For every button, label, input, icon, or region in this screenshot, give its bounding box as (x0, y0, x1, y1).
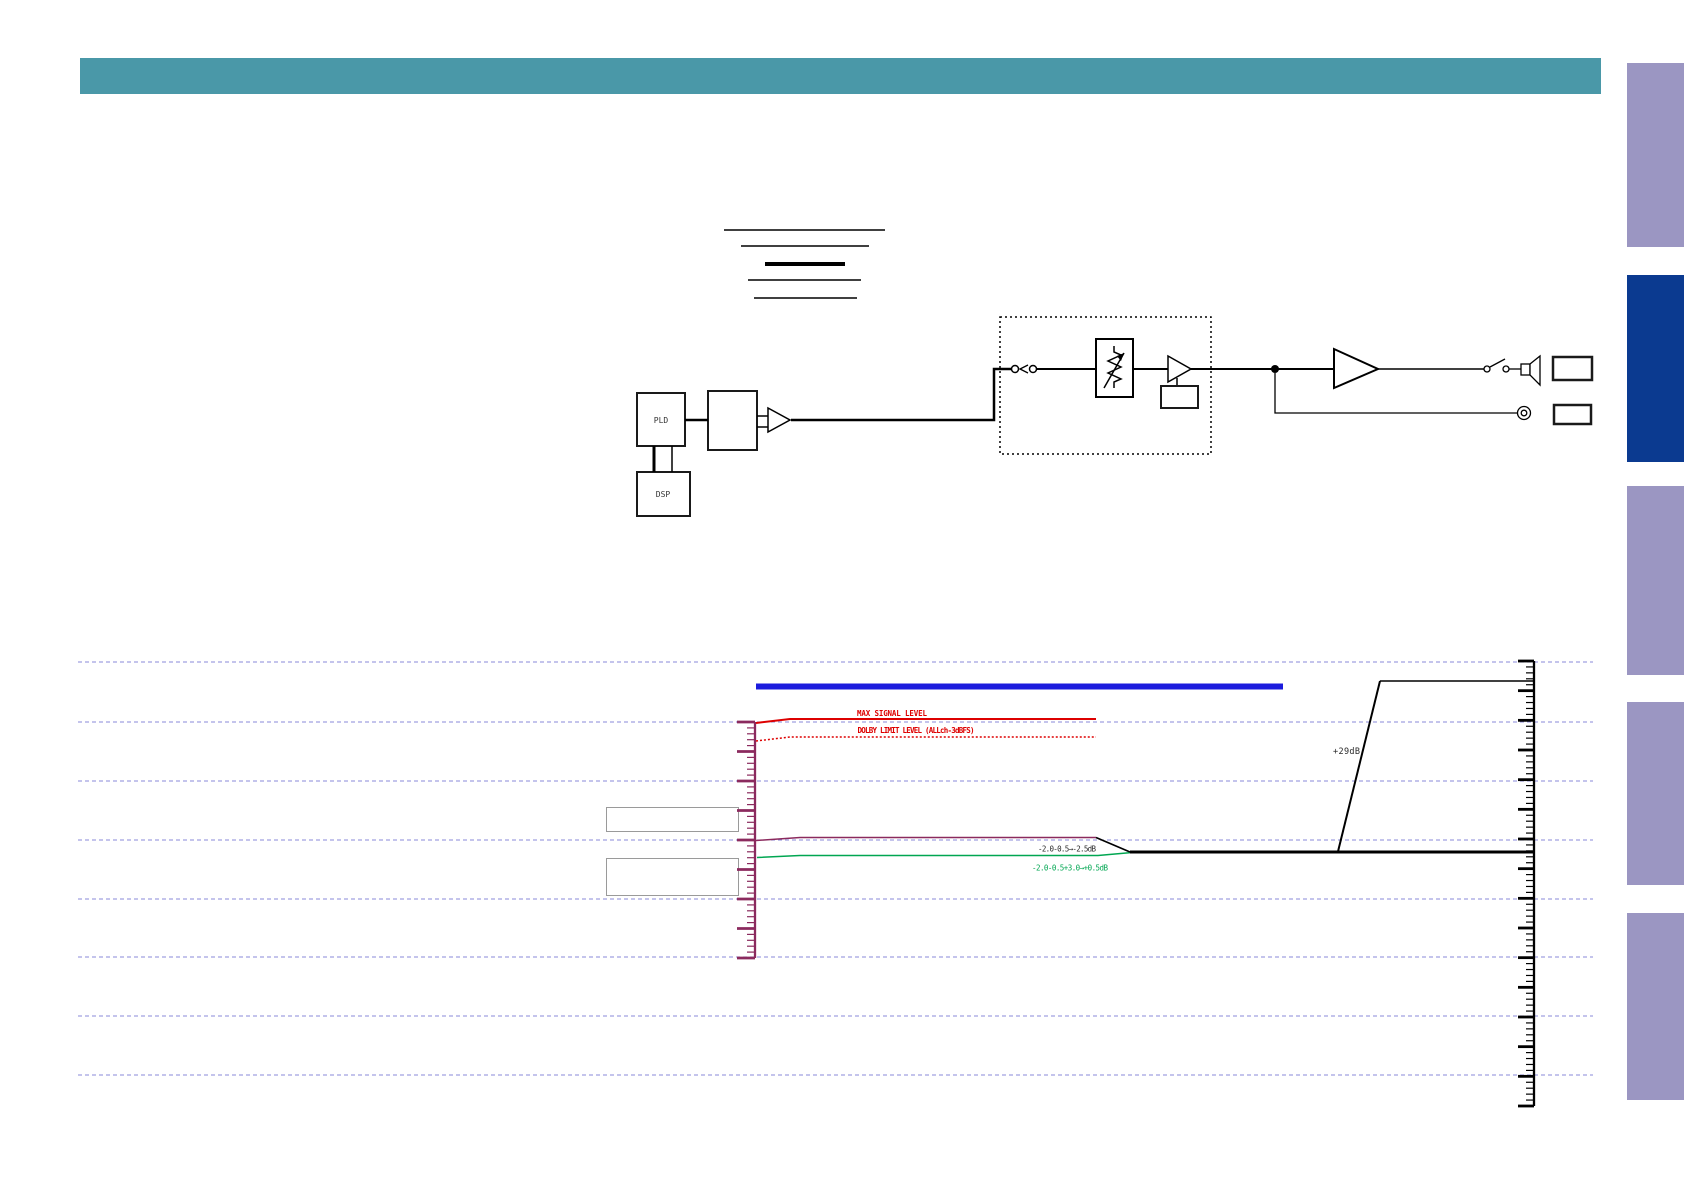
max-signal-level-label: MAX SIGNAL LEVEL (857, 709, 927, 718)
dac-block (707, 390, 758, 451)
wire-preamp-path (791, 367, 1012, 422)
dsp-block: DSP (636, 471, 691, 517)
connector-icon (1010, 364, 1038, 374)
level-gridlines (78, 661, 1593, 1076)
trim-dark-label: -2.0-0.5→-2.5dB (1038, 845, 1096, 854)
redacted-title-lines (724, 229, 885, 299)
manual-page: PLD DSP MAX SIGNAL LEVEL DOLBY LIMIT LEV… (0, 0, 1684, 1191)
pld-block: PLD (636, 392, 686, 447)
diagram-canvas: PLD DSP MAX SIGNAL LEVEL DOLBY LIMIT LEV… (78, 229, 1594, 1108)
gain-ramp-line (1337, 680, 1381, 852)
switch-icon (1483, 358, 1521, 373)
dsp-label: DSP (656, 490, 671, 499)
output-jack-icon (1516, 405, 1532, 421)
buffer-amplifier-icon (1160, 354, 1199, 409)
power-amplifier-icon (1333, 347, 1381, 390)
pld-dsp-wires (652, 446, 673, 472)
gain-label: +29dB (1333, 747, 1360, 757)
speaker-icon (1520, 354, 1541, 387)
wire-lineout-path (1274, 373, 1517, 414)
dolby-limit-level-line (755, 736, 1096, 742)
right-level-ruler (1518, 659, 1536, 1108)
pld-label: PLD (654, 416, 669, 425)
variable-attenuator-icon (1095, 338, 1134, 398)
amplifier-icon (757, 406, 792, 434)
dolby-limit-level-label: DOLBY LIMIT LEVEL (ALLch-3dBFS) (858, 726, 975, 735)
line-out-box (1552, 403, 1593, 426)
trim-green-label: -2.0-0.5+3.0→+0.5dB (1032, 864, 1108, 873)
left-level-ruler (737, 720, 757, 960)
junction-dot (1271, 365, 1279, 373)
speaker-out-box (1551, 355, 1594, 382)
